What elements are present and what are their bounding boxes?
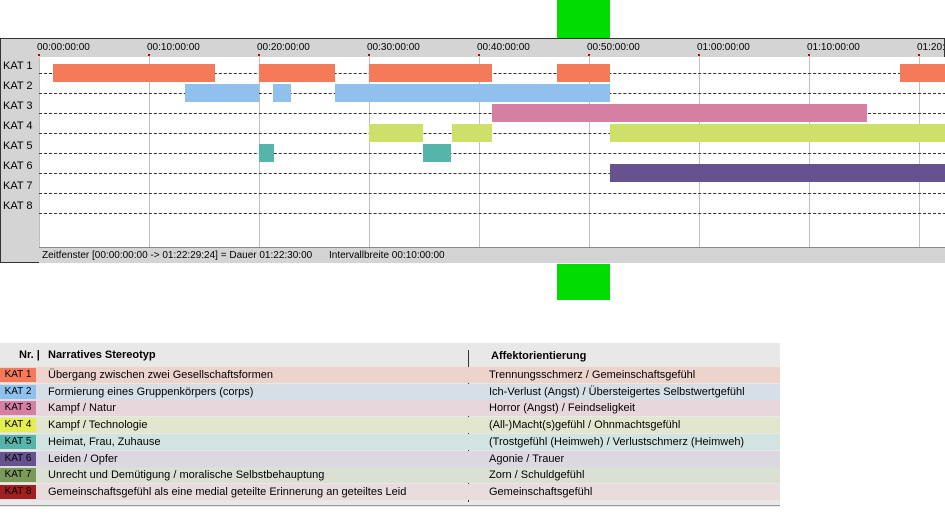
row-label: KAT 6 <box>3 160 33 172</box>
segment-kat1[interactable] <box>369 64 493 82</box>
segment-kat2[interactable] <box>185 84 259 102</box>
grid-line <box>919 57 920 247</box>
track-area[interactable] <box>39 57 945 264</box>
stereotype-text: Gemeinschaftsgefühl als eine medial gete… <box>48 485 407 498</box>
ruler-tick <box>588 54 590 56</box>
ruler-tick <box>258 54 260 56</box>
stereotype-text: Unrecht und Demütigung / moralische Selb… <box>48 469 325 482</box>
grid-line <box>39 57 40 247</box>
affect-text: Zorn / Schuldgefühl <box>489 469 585 482</box>
row-label: KAT 4 <box>3 120 33 132</box>
segment-kat1[interactable] <box>53 64 215 82</box>
legend-row: KAT 4 Kampf / Technologie (All-)Macht(s)ge… <box>0 417 780 434</box>
stereotype-text: Kampf / Natur <box>48 402 116 415</box>
grid-line <box>809 57 810 247</box>
legend-row: KAT 6 Leiden / Opfer Agonie / Trauer <box>0 450 780 467</box>
row-label: KAT 5 <box>3 140 33 152</box>
ruler-label: 00:20:00:00 <box>257 42 310 53</box>
legend-row: KAT 5 Heimat, Frau, Zuhause (Trostgefühl (… <box>0 433 780 450</box>
ruler-label: 00:10:00:00 <box>147 42 200 53</box>
category-badge: KAT 2 <box>0 384 36 399</box>
legend-row: KAT 3 Kampf / Natur Horror (Angst) / Feind… <box>0 400 780 417</box>
category-badge: KAT 3 <box>0 401 36 416</box>
legend-header-affect: Affektorientierung <box>491 350 587 362</box>
segment-kat4[interactable] <box>369 124 423 142</box>
legend-row: KAT 7 Unrecht und Demütigung / moralische… <box>0 467 780 484</box>
timeline-panel: 00:00:00:00 00:10:00:00 00:20:00:00 00:30:0… <box>0 38 945 264</box>
interval-width-text: Intervallbreite 00:10:00:00 <box>328 250 445 261</box>
grid-line <box>149 57 150 247</box>
legend-bottom-line <box>0 505 780 506</box>
affect-text: Ich-Verlust (Angst) / Übersteigertes Sel… <box>489 385 745 398</box>
ruler-label: 00:50:00:00 <box>587 42 640 53</box>
segment-kat1[interactable] <box>900 64 945 82</box>
row-guide-line <box>39 153 945 154</box>
row-label: KAT 1 <box>3 60 33 72</box>
legend-row: KAT 1 Übergang zwischen zwei Gesellschaft… <box>0 367 780 383</box>
time-window-text: Zeitfenster [00:00:00:00 -> 01:22:29:24]… <box>42 250 313 261</box>
playhead-marker-top[interactable] <box>557 0 610 38</box>
stereotype-text: Kampf / Technologie <box>48 419 148 432</box>
stereotype-text: Übergang zwischen zwei Gesellschaftsform… <box>48 369 273 381</box>
row-label: KAT 8 <box>3 200 33 212</box>
category-badge: KAT 1 <box>0 368 36 382</box>
category-badge: KAT 6 <box>0 451 36 466</box>
affect-text: Gemeinschaftsgefühl <box>489 485 593 498</box>
category-badge: KAT 8 <box>0 484 36 499</box>
category-badge: KAT 4 <box>0 418 36 433</box>
segment-kat4[interactable] <box>609 124 945 142</box>
affect-text: (Trostgefühl (Heimweh) / Verlustschmerz … <box>489 435 745 448</box>
ruler-tick <box>698 54 700 56</box>
segment-kat5[interactable] <box>422 144 452 162</box>
ruler-tick <box>38 54 40 56</box>
playhead-marker-bottom[interactable] <box>557 263 610 300</box>
legend-header-stereotype: Narratives Stereotyp <box>48 349 156 361</box>
ruler-tick <box>808 54 810 56</box>
ruler-tick <box>478 54 480 56</box>
ruler-tick <box>918 54 920 56</box>
row-label: KAT 2 <box>3 80 33 92</box>
row-guide-line <box>39 193 945 194</box>
legend-header-nr: Nr. | <box>19 349 40 361</box>
ruler-label: 01:00:00:00 <box>697 42 750 53</box>
category-badge: KAT 5 <box>0 434 36 449</box>
ruler-label: 00:40:00:00 <box>477 42 530 53</box>
status-bar: Zeitfenster [00:00:00:00 -> 01:22:29:24]… <box>39 247 945 263</box>
row-label: KAT 7 <box>3 180 33 192</box>
stereotype-text: Heimat, Frau, Zuhause <box>48 435 161 448</box>
segment-kat2[interactable] <box>273 84 291 102</box>
segment-kat5[interactable] <box>259 144 275 162</box>
affect-text: Horror (Angst) / Feindseligkeit <box>489 402 636 415</box>
category-badge: KAT 7 <box>0 468 36 483</box>
grid-line <box>699 57 700 247</box>
segment-kat2[interactable] <box>334 84 610 102</box>
stereotype-text: Leiden / Opfer <box>48 452 118 465</box>
segment-kat4[interactable] <box>451 124 493 142</box>
row-label: KAT 3 <box>3 100 33 112</box>
ruler-tick <box>368 54 370 56</box>
segment-kat1[interactable] <box>259 64 335 82</box>
ruler-label: 00:30:00:00 <box>367 42 420 53</box>
ruler-label: 01:10:00:00 <box>807 42 860 53</box>
legend-row: KAT 8 Gemeinschaftsgefühl als eine medial… <box>0 483 780 500</box>
affect-text: Trennungsschmerz / Gemeinschaftsgefühl <box>489 369 696 381</box>
ruler-tick <box>148 54 150 56</box>
legend-table: Nr. | Narratives Stereotyp Affektorienti… <box>0 343 780 507</box>
segment-kat1[interactable] <box>557 64 610 82</box>
segment-kat6[interactable] <box>609 164 945 182</box>
affect-text: (All-)Macht(s)gefühl / Ohnmachtsgefühl <box>489 419 681 432</box>
stereotype-text: Formierung eines Gruppenkörpers (corps) <box>48 385 254 398</box>
legend-row: KAT 2 Formierung eines Gruppenkörpers (co… <box>0 383 780 400</box>
ruler-label: 00:00:00:00 <box>37 42 90 53</box>
segment-kat3[interactable] <box>492 104 868 122</box>
affect-text: Agonie / Trauer <box>489 452 565 465</box>
ruler-label: 01:20:00:00 <box>917 42 945 53</box>
row-guide-line <box>39 213 945 214</box>
